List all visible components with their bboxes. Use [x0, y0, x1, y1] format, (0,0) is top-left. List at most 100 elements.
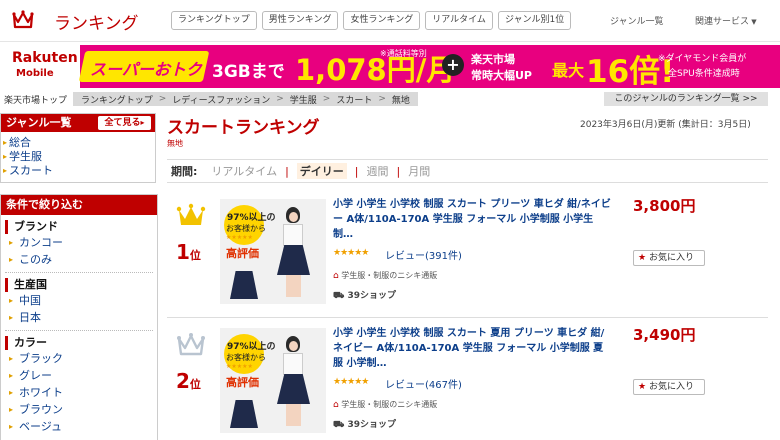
banner-brand-sub: Mobile [16, 68, 54, 79]
site-title[interactable]: ランキング [54, 9, 139, 34]
ranking-item: 2位 97%以上の お客様から ★★★★★ 高評価 小学 小学生 小学校 制服 … [167, 323, 768, 440]
favorite-label: お気に入り [648, 253, 694, 263]
campaign-text: スーパーおトク [90, 60, 202, 79]
review-link[interactable]: レビュー(467件) [385, 376, 462, 391]
market-text-2: 常時大幅UP [471, 69, 532, 82]
filter-item[interactable]: グレー [1, 367, 157, 384]
filter-group-title: カラー [5, 336, 157, 350]
period-separator: | [285, 164, 289, 178]
period-weekly[interactable]: 週間 [367, 163, 389, 179]
tab-genre-first[interactable]: ジャンル別1位 [497, 11, 572, 30]
breadcrumb-ladies[interactable]: レディースファッション [170, 93, 272, 106]
filter-item[interactable]: ホワイト [1, 384, 157, 401]
related-services-dropdown[interactable]: 関連サービス [695, 14, 757, 27]
filter-item[interactable]: ベージュ [1, 418, 157, 435]
model-skirt [277, 374, 310, 404]
filter-group-country: 生産国 中国 日本 [1, 278, 157, 326]
badge-big: 高評価 [226, 247, 259, 260]
product-image[interactable]: 97%以上の お客様から ★★★★★ 高評価 [220, 328, 326, 433]
rank-number: 2位 [176, 369, 201, 393]
filter-group-title: 生産国 [5, 278, 157, 292]
filter-item[interactable]: 日本 [1, 309, 157, 326]
genre-list-panel: ジャンル一覧 全て見る 総合 学生服 スカート [0, 113, 156, 183]
period-daily[interactable]: デイリー [296, 163, 347, 179]
page-title: スカートランキング [167, 118, 320, 138]
tab-realtime[interactable]: リアルタイム [425, 11, 493, 30]
star-rating: ★★★★★ [333, 248, 369, 258]
breadcrumb-uniform[interactable]: 学生服 [288, 93, 319, 106]
promo-banner[interactable]: Rakuten Mobile スーパーおトク 3GBまで 1,078円/月 ※通… [0, 45, 780, 88]
breadcrumb-separator-icon: > [158, 94, 167, 104]
badge-line2: お客様から [226, 224, 266, 233]
breadcrumb-separator-icon: > [378, 94, 386, 104]
filter-item[interactable]: カンコー [1, 234, 157, 251]
banner-note-1: ※ダイヤモンド会員が [658, 54, 747, 64]
genre-link-skirt[interactable]: スカート [1, 164, 155, 178]
shop-link[interactable]: ⌂ 学生服・制服のニシキ通販 [333, 270, 437, 281]
breadcrumb-plain: 無地 [391, 95, 410, 106]
period-separator: | [396, 164, 401, 178]
genre-link-uniform[interactable]: 学生服 [1, 150, 155, 164]
badge-line1: 97%以上の [227, 342, 276, 352]
filter-item[interactable]: ブラック [1, 350, 157, 367]
product-image[interactable]: 97%以上の お客様から ★★★★★ 高評価 [220, 199, 326, 304]
filter-group-color: カラー ブラック グレー ホワイト ブラウン ベージュ [1, 336, 157, 435]
filter-panel: 条件で絞り込む ブランド カンコー このみ 生産国 中国 日本 カラー ブラック… [0, 194, 158, 440]
breadcrumb: 楽天市場トップ ランキングトップ > レディースファッション > 学生服 > ス… [4, 92, 418, 106]
filter-item[interactable]: ブラウン [1, 401, 157, 418]
period-separator: | [354, 164, 359, 178]
crown-logo-icon[interactable] [12, 9, 34, 31]
genre-link-overall[interactable]: 総合 [1, 136, 155, 150]
show-all-button[interactable]: 全て見る [98, 116, 151, 130]
tab-men-ranking[interactable]: 男性ランキング [261, 11, 339, 30]
shop-name: 学生服・制服のニシキ通販 [341, 400, 438, 409]
truck-icon: ⛟ [333, 420, 345, 430]
period-realtime[interactable]: リアルタイム [211, 163, 277, 179]
rank-value: 1 [176, 240, 190, 264]
truck-icon: ⛟ [333, 291, 345, 301]
period-label: 期間: [171, 165, 198, 178]
shop-home-icon: ⌂ [333, 271, 339, 281]
model-face [289, 341, 298, 351]
breadcrumb-ranking-top[interactable]: ランキングトップ [79, 93, 155, 106]
filter-item[interactable]: このみ [1, 251, 157, 268]
product-title-link[interactable]: 小学 小学生 小学校 制服 スカート 夏用 プリーツ 車ヒダ 紺/ネイビー A体… [333, 326, 611, 371]
page-subtitle: 無地 [167, 139, 183, 148]
breadcrumb-skirt[interactable]: スカート [334, 93, 374, 106]
badge-big: 高評価 [226, 376, 259, 389]
tab-women-ranking[interactable]: 女性ランキング [343, 11, 421, 30]
plus-icon: + [442, 54, 464, 76]
genre-list-link[interactable]: ジャンル一覧 [610, 14, 664, 27]
genre-list-title: ジャンル一覧 [6, 116, 72, 129]
shop-link[interactable]: ⌂ 学生服・制服のニシキ通販 [333, 399, 437, 410]
shipping-info: ⛟ 39ショップ [333, 417, 396, 431]
product-price: 3,800円 [633, 197, 696, 215]
shop-name: 学生服・制服のニシキ通販 [341, 271, 438, 280]
tab-ranking-top[interactable]: ランキングトップ [171, 11, 257, 30]
badge-stars: ★★★★★ [226, 363, 253, 370]
star-icon: ★ [638, 382, 647, 392]
breadcrumb-home[interactable]: 楽天市場トップ [4, 93, 73, 106]
product-title-link[interactable]: 小学 小学生 小学校 制服 スカート プリーツ 車ヒダ 紺/ネイビー A体/11… [333, 197, 611, 242]
divider [5, 272, 153, 273]
divider [5, 330, 153, 331]
filter-group-brand: ブランド カンコー このみ [1, 220, 157, 268]
filter-group-title: ブランド [5, 220, 157, 234]
rank-suffix: 位 [189, 249, 201, 262]
shop-home-icon: ⌂ [333, 400, 339, 410]
breadcrumb-separator-icon: > [322, 94, 331, 104]
genre-links: 総合 学生服 スカート [1, 132, 155, 178]
badge-stars: ★★★★★ [226, 234, 253, 241]
period-monthly[interactable]: 月間 [408, 163, 430, 179]
favorite-button[interactable]: ★ お気に入り [633, 250, 705, 266]
genre-ranking-list-link[interactable]: このジャンルのランキング一覧 >> [604, 92, 768, 106]
model-face [289, 212, 298, 222]
ranking-item: 1位 97%以上の お客様から ★★★★★ 高評価 小学 小学生 小学校 制服 … [167, 194, 768, 318]
shipping-info: ⛟ 39ショップ [333, 288, 396, 302]
favorite-button[interactable]: ★ お気に入り [633, 379, 705, 395]
skirt-thumbnail [230, 271, 258, 299]
top-header: ランキング ランキングトップ 男性ランキング 女性ランキング リアルタイム ジャ… [0, 0, 780, 42]
filter-item[interactable]: 中国 [1, 292, 157, 309]
plan-text: 3GBまで [212, 62, 285, 82]
review-link[interactable]: レビュー(391件) [385, 247, 462, 262]
